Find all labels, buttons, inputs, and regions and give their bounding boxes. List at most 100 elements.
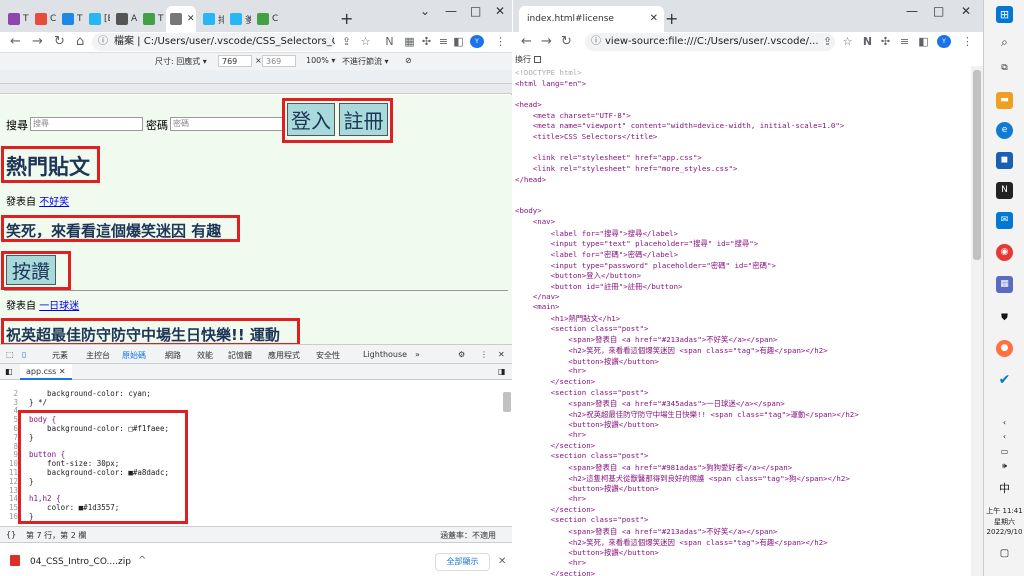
reload-icon[interactable]: ↻ (54, 34, 65, 49)
puzzle-icon[interactable]: ✣ (420, 35, 433, 48)
browser-tab[interactable]: ✕ (166, 6, 196, 32)
close-icon[interactable]: ✕ (650, 6, 658, 32)
firefox-icon[interactable]: ● (996, 340, 1013, 357)
windows-start-icon[interactable]: ⊞ (996, 6, 1013, 23)
checkmark-icon[interactable]: ✔ (996, 372, 1013, 389)
puzzle-icon[interactable]: ✣ (879, 35, 892, 48)
gear-icon[interactable]: ⚙ (458, 350, 465, 359)
minimize-button[interactable]: — (445, 4, 457, 18)
sidebar-icon[interactable]: ◧ (452, 35, 465, 48)
network-icon[interactable]: ▭ (984, 447, 1024, 456)
browser-tab[interactable]: A (112, 6, 137, 32)
show-all-button[interactable]: 全部顯示 (435, 553, 490, 571)
device-toggle-icon[interactable]: ▯ (22, 350, 26, 359)
devtools-tab[interactable]: 應用程式 (268, 350, 300, 361)
menu-icon[interactable]: ⋮ (961, 35, 974, 48)
kebab-icon[interactable]: ⋮ (480, 350, 488, 359)
wrap-checkbox[interactable] (533, 56, 541, 63)
close-icon[interactable]: ✕ (59, 367, 66, 376)
register-button[interactable]: 註冊 (339, 103, 388, 136)
forward-icon[interactable]: → (541, 34, 552, 49)
devtools-tab[interactable]: 主控台 (86, 350, 110, 361)
browser-tab[interactable]: C (31, 6, 56, 32)
chevron-left-icon[interactable]: ‹ (984, 418, 1024, 427)
new-tab-button[interactable]: + (340, 9, 353, 28)
close-icon[interactable]: ✕ (498, 350, 505, 359)
close-button[interactable]: ✕ (961, 4, 971, 18)
minimize-button[interactable]: — (906, 4, 918, 18)
reload-icon[interactable]: ↻ (561, 34, 572, 49)
media-icon[interactable]: ≡ (898, 35, 911, 48)
media-icon[interactable]: ≡ (437, 35, 450, 48)
like-button[interactable]: 按讚 (6, 255, 56, 285)
throttle-select[interactable]: 不進行節流 ▾ (342, 56, 389, 67)
menu-icon[interactable]: ⋮ (494, 35, 507, 48)
star-icon[interactable]: ☆ (841, 35, 854, 48)
forward-icon[interactable]: → (32, 34, 43, 49)
zoom-select[interactable]: 100% ▾ (306, 56, 335, 65)
devtools-tab[interactable]: Lighthouse (363, 350, 407, 359)
clock-time[interactable]: 上午 11:41 (984, 506, 1024, 516)
navigator-toggle-icon[interactable]: ◧ (5, 367, 13, 376)
close-icon[interactable]: ✕ (187, 14, 195, 24)
address-bar[interactable]: ⓘ view-source:file:///C:/Users/user/.vsc… (585, 33, 835, 51)
login-button[interactable]: 登入 (287, 103, 335, 136)
debugger-toggle-icon[interactable]: ◨ (498, 367, 506, 376)
back-icon[interactable]: ← (521, 34, 532, 49)
devtools-tab[interactable]: 網路 (165, 350, 181, 361)
browser-tab[interactable]: T (139, 6, 164, 32)
new-tab-button[interactable]: + (665, 9, 678, 28)
back-icon[interactable]: ← (10, 34, 21, 49)
rotate-icon[interactable]: ⊘ (405, 56, 412, 65)
browser-tab[interactable]: Ti (4, 6, 29, 32)
home-icon[interactable]: ⌂ (76, 34, 84, 49)
file-explorer-icon[interactable]: ▬ (996, 92, 1013, 109)
devtools-tab[interactable]: 效能 (197, 350, 213, 361)
extension-n-icon[interactable]: N (861, 35, 874, 48)
notification-icon[interactable]: ▢ (984, 548, 1024, 559)
share-icon[interactable]: ⇪ (340, 35, 353, 48)
volume-icon[interactable]: 🕪 (984, 461, 1024, 471)
scrollbar[interactable] (971, 66, 983, 576)
devtools-tab[interactable]: 原始碼 (122, 350, 146, 361)
close-icon[interactable]: ✕ (498, 556, 506, 567)
browser-tab[interactable]: C (253, 6, 278, 32)
profile-avatar[interactable]: Y (937, 35, 951, 48)
extension-n-icon[interactable]: N (383, 35, 396, 48)
file-tab[interactable]: app.css ✕ (20, 364, 72, 380)
inspect-icon[interactable]: ⬚ (6, 350, 14, 359)
search-icon[interactable]: ⌕ (996, 34, 1013, 51)
browser-tab[interactable]: Tı (58, 6, 83, 32)
clock-day[interactable]: 星期六 (984, 517, 1024, 527)
task-view-icon[interactable]: ⧉ (996, 60, 1013, 77)
address-bar[interactable]: ⓘ 檔案 | C:/Users/user/.vscode/CSS_Selecto… (92, 33, 335, 51)
chevron-left-icon[interactable]: ‹ (984, 432, 1024, 441)
mail-icon[interactable]: ✉ (996, 212, 1013, 229)
notion-icon[interactable]: N (996, 182, 1013, 199)
scrollbar[interactable] (503, 392, 511, 412)
devtools-tab[interactable]: 記憶體 (228, 350, 252, 361)
devtools-tab[interactable]: » (415, 350, 420, 359)
author-link[interactable]: 一日球迷 (39, 301, 79, 312)
ime-indicator[interactable]: 中 (984, 480, 1024, 496)
source-view[interactable]: <!DOCTYPE html> <html lang="en"> <head> <m… (513, 66, 971, 576)
browser-tab[interactable]: [E (85, 6, 110, 32)
devtools-tab[interactable]: 元素 (52, 350, 68, 361)
edge-icon[interactable]: e (996, 122, 1013, 139)
extension-icon[interactable]: ▦ (403, 35, 416, 48)
device-size-select[interactable]: 尺寸: 回應式 ▾ (155, 56, 207, 67)
search-input[interactable]: 搜尋 (30, 117, 143, 131)
clock-date[interactable]: 2022/9/10 (984, 528, 1024, 536)
device-height-input[interactable]: 369 (262, 55, 296, 67)
star-icon[interactable]: ☆ (359, 35, 372, 48)
scrollbar-thumb[interactable] (973, 70, 981, 260)
line-wrap-option[interactable]: 換行 (513, 54, 983, 66)
profile-avatar[interactable]: Y (470, 35, 484, 48)
device-width-input[interactable]: 769 (218, 55, 252, 67)
calculator-icon[interactable]: ▦ (996, 276, 1013, 293)
sidebar-icon[interactable]: ◧ (917, 35, 930, 48)
author-link[interactable]: 不好笑 (39, 197, 69, 208)
braces-icon[interactable]: {} (6, 530, 16, 539)
store-icon[interactable]: ◼ (996, 152, 1013, 169)
browser-tab[interactable]: 爹 (226, 6, 251, 32)
